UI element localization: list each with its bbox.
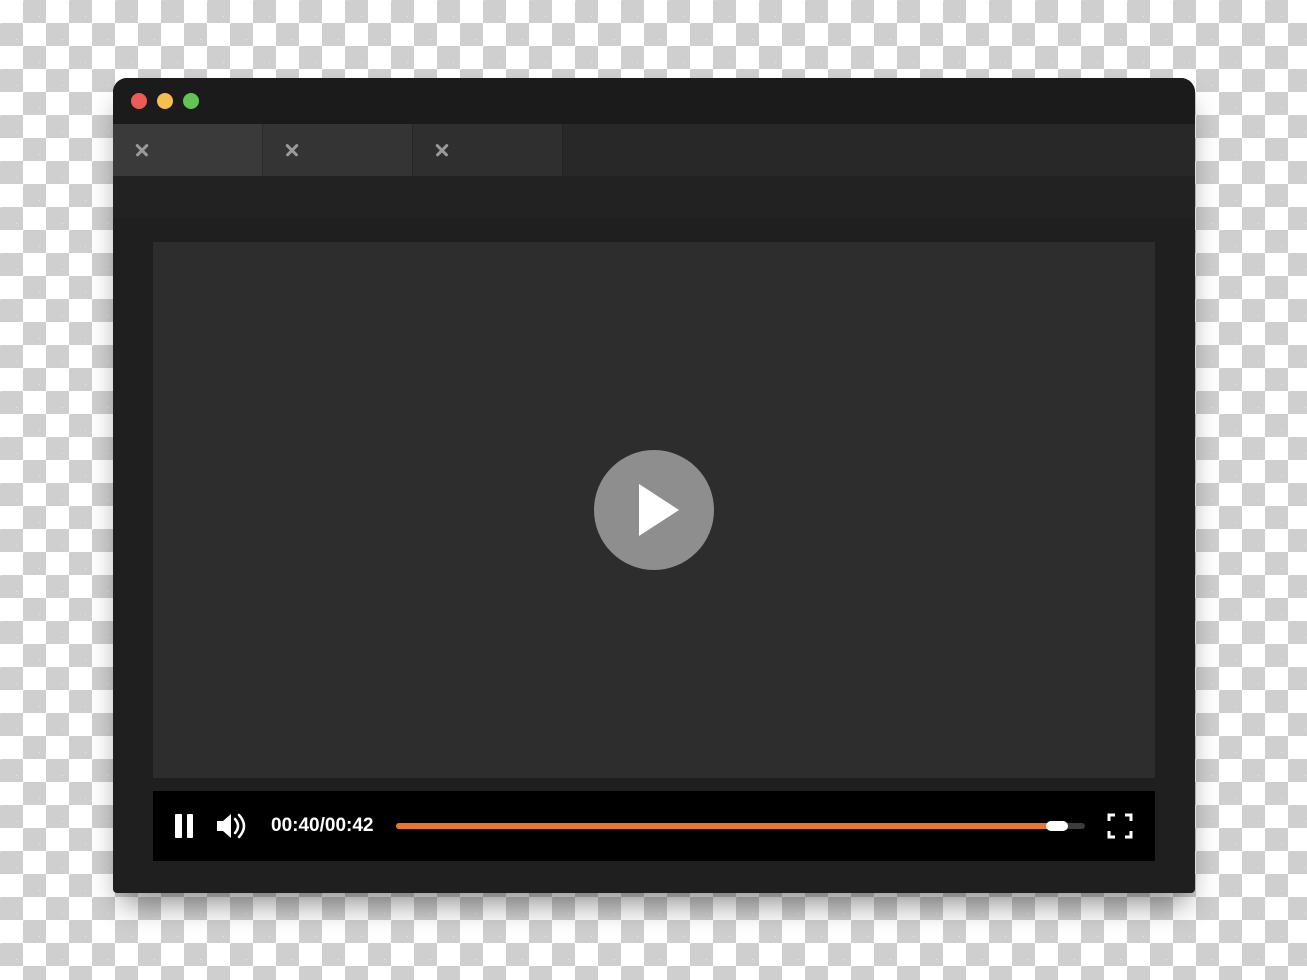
volume-button[interactable] [215,812,249,840]
playback-time: 00:40 / 00:42 [271,815,374,837]
close-icon[interactable] [133,141,151,159]
time-current: 00:40 [271,815,320,837]
window-maximize-button[interactable] [183,93,199,109]
play-button[interactable] [594,450,714,570]
video-control-bar: 00:40 / 00:42 [153,791,1155,861]
close-icon[interactable] [283,141,301,159]
browser-tab[interactable] [413,124,563,176]
window-minimize-button[interactable] [157,93,173,109]
browser-tab[interactable] [263,124,413,176]
seek-bar-fill [396,823,1058,829]
pause-button[interactable] [175,814,193,838]
close-icon[interactable] [433,141,451,159]
play-icon [639,484,679,536]
seek-bar-thumb[interactable] [1046,821,1068,831]
browser-toolbar [113,176,1195,218]
window-close-button[interactable] [131,93,147,109]
video-viewport[interactable] [153,242,1155,778]
window-titlebar [113,78,1195,124]
tab-strip [113,124,1195,176]
seek-bar[interactable] [396,823,1086,829]
time-total: 00:42 [325,815,374,837]
browser-window: 00:40 / 00:42 [113,78,1195,893]
fullscreen-button[interactable] [1107,813,1133,839]
browser-tab[interactable] [113,124,263,176]
